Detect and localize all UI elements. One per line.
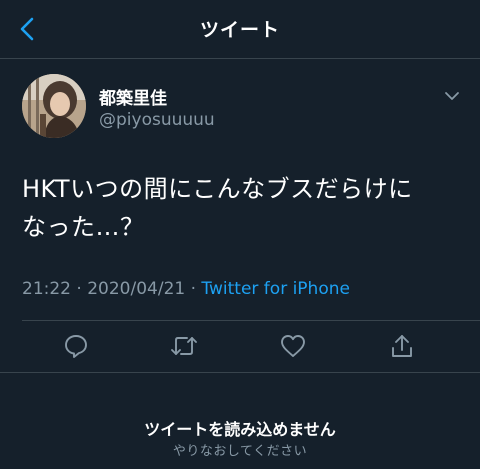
like-button[interactable] (278, 331, 308, 361)
tweet-metadata: 21:22 · 2020/04/21 · Twitter for iPhone (22, 279, 350, 299)
share-icon (392, 335, 412, 357)
chevron-down-icon (445, 92, 459, 100)
divider (0, 372, 480, 373)
reply-button[interactable] (61, 331, 91, 361)
tweet-text-line-2: なった…？ (22, 213, 145, 241)
top-bar: ツイート (0, 0, 480, 59)
divider (22, 320, 480, 321)
retry-message[interactable]: やりなおしてください (0, 440, 480, 459)
tweet-time: 21:22 (22, 279, 71, 299)
tweet-text-line-1: HKTいつの間にこんなブスだらけに (22, 175, 413, 203)
tweet-text: HKTいつの間にこんなブスだらけに なった…？ (22, 170, 467, 246)
tweet-detail-screen: ツイート 都築里佳 @piyosuuuuu HKTいつの間にこんなブスだらけに … (0, 0, 480, 469)
avatar-image (22, 74, 86, 138)
comment-icon (65, 335, 87, 358)
heart-icon (281, 335, 305, 357)
meta-separator: · (71, 279, 88, 299)
display-name[interactable]: 都築里佳 (99, 84, 167, 109)
meta-separator: · (185, 279, 202, 299)
share-button[interactable] (387, 331, 417, 361)
tweet-source-link[interactable]: Twitter for iPhone (201, 279, 350, 299)
page-title: ツイート (199, 19, 280, 41)
retweet-icon (171, 337, 197, 355)
avatar[interactable] (22, 74, 86, 138)
user-handle[interactable]: @piyosuuuuu (99, 110, 215, 130)
more-options-button[interactable] (440, 84, 464, 108)
load-error-title: ツイートを読み込めません (144, 420, 336, 439)
retweet-button[interactable] (169, 331, 199, 361)
tweet-date: 2020/04/21 (87, 279, 186, 299)
